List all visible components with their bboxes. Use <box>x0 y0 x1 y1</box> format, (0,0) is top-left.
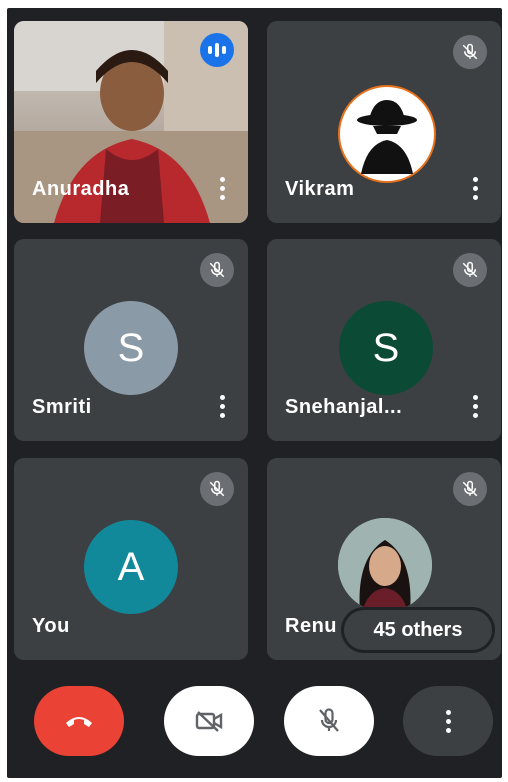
mic-off-icon <box>319 708 339 732</box>
more-vert-icon <box>445 709 451 733</box>
more-options-icon[interactable] <box>218 395 226 421</box>
participant-name: Renu <box>285 615 337 637</box>
participant-tile-vikram[interactable]: Vikram <box>267 21 501 223</box>
avatar-initial: A <box>117 544 145 589</box>
mic-off-icon <box>453 35 487 69</box>
end-call-icon <box>66 717 92 727</box>
participant-tile-anuradha[interactable]: Anuradha <box>14 21 248 223</box>
spy-avatar-icon <box>357 100 417 174</box>
participant-name: You <box>32 615 70 637</box>
participant-tile-smriti[interactable]: S Smriti <box>14 239 248 441</box>
participant-tile-snehanjal[interactable]: S Snehanjal... <box>267 239 501 441</box>
mic-off-icon <box>453 472 487 506</box>
more-options-button[interactable] <box>403 686 493 756</box>
participant-name: Vikram <box>285 178 355 200</box>
mic-off-icon <box>453 253 487 287</box>
mic-off-icon <box>200 472 234 506</box>
avatar-initial: S <box>372 325 400 370</box>
meeting-screen: Anuradha Vikram S Smriti S Snehanjal... … <box>7 8 502 778</box>
mic-toggle-button[interactable] <box>284 686 374 756</box>
participant-tile-you[interactable]: A You <box>14 458 248 660</box>
avatar <box>338 85 436 183</box>
avatar: S <box>339 301 433 395</box>
camera-toggle-button[interactable] <box>164 686 254 756</box>
avatar: A <box>84 520 178 614</box>
mic-off-icon <box>200 253 234 287</box>
speaking-indicator-icon <box>200 33 234 67</box>
others-count-button[interactable]: 45 others <box>344 610 492 650</box>
avatar-initial: S <box>117 325 145 370</box>
end-call-button[interactable] <box>34 686 124 756</box>
avatar <box>338 518 432 612</box>
avatar: S <box>84 301 178 395</box>
more-options-icon[interactable] <box>218 177 226 203</box>
participant-name: Snehanjal... <box>285 396 403 418</box>
more-options-icon[interactable] <box>471 177 479 203</box>
camera-off-icon <box>195 711 223 732</box>
participant-name: Anuradha <box>32 178 130 200</box>
profile-photo <box>338 518 432 612</box>
more-options-icon[interactable] <box>471 395 479 421</box>
participant-name: Smriti <box>32 396 92 418</box>
